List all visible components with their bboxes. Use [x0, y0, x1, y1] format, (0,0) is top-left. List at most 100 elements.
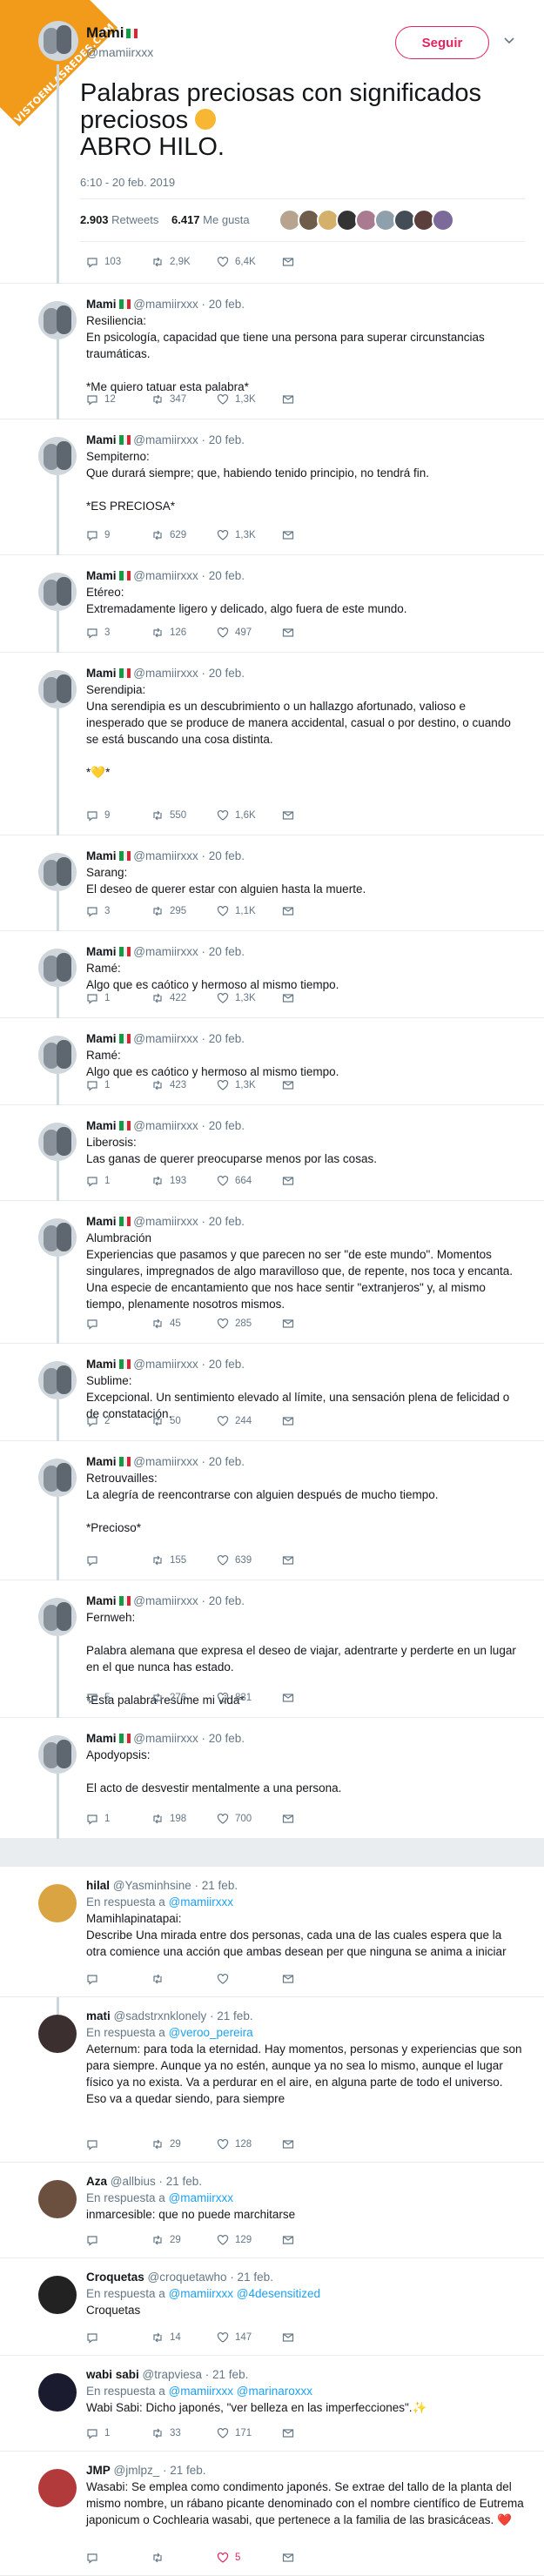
like-button[interactable]: 497 [217, 627, 252, 639]
reply-button[interactable]: 2 [86, 1415, 110, 1427]
tweet-date[interactable]: · 20 feb. [202, 1032, 245, 1045]
avatar[interactable] [38, 2373, 77, 2412]
like-button[interactable] [217, 1973, 235, 1985]
retweet-button[interactable]: 29 [151, 2234, 181, 2246]
retweet-button[interactable]: 295 [151, 905, 186, 917]
tweet-date[interactable]: · 21 feb. [159, 2175, 203, 2188]
retweet-button[interactable]: 2,9K [151, 256, 191, 268]
avatar[interactable] [38, 949, 77, 987]
author-handle[interactable]: @trapviesa [143, 2368, 202, 2381]
share-button[interactable] [282, 1318, 294, 1330]
share-button[interactable] [282, 1079, 294, 1091]
reply-button[interactable]: 1 [86, 1175, 110, 1187]
retweet-button[interactable]: 14 [151, 2331, 181, 2344]
avatar[interactable] [38, 1735, 77, 1774]
author-name[interactable]: Mami [86, 1594, 117, 1607]
reply-mention-link[interactable]: @mamiirxxx @marinaroxxx [169, 2385, 312, 2398]
reply-button[interactable]: 3 [86, 905, 110, 917]
author-handle[interactable]: @sadstrxnklonely [114, 2009, 207, 2023]
tweet-date[interactable]: · 20 feb. [202, 569, 245, 582]
reply-tweet[interactable]: Croquetas @croquetawho · 21 feb. En respu… [0, 2258, 544, 2356]
tweet[interactable]: Mami @mamiirxxx · 20 feb. Alumbración Exp… [0, 1201, 544, 1344]
author-name[interactable]: Mami [86, 849, 117, 862]
author-name[interactable]: JMP [86, 2464, 111, 2477]
author-name[interactable]: Mami [86, 1455, 117, 1468]
tweet[interactable]: Mami @mamiirxxx · 20 feb. Serendipia: Una… [0, 653, 544, 835]
tweet[interactable]: Mami @mamiirxxx · 20 feb. Sublime: Excepc… [0, 1344, 544, 1441]
share-button[interactable] [282, 992, 294, 1004]
author-handle[interactable]: @croquetawho [148, 2271, 227, 2284]
author-handle[interactable]: @mamiirxxx [133, 1732, 198, 1745]
tweet[interactable]: Mami @mamiirxxx · 20 feb. Apodyopsis: El … [0, 1718, 544, 1839]
tweet-date[interactable]: · 20 feb. [202, 298, 245, 311]
share-button[interactable] [282, 1415, 294, 1427]
author-name[interactable]: Mami [86, 1119, 117, 1132]
author-name[interactable]: Aza [86, 2175, 107, 2188]
tweet-date[interactable]: · 20 feb. [202, 667, 245, 680]
like-button[interactable]: 285 [217, 1318, 252, 1330]
tweet-date[interactable]: · 21 feb. [230, 2271, 273, 2284]
reply-tweet[interactable]: hilal @Yasminhsine · 21 feb. En respuesta… [0, 1867, 544, 1997]
tweet-date[interactable]: · 20 feb. [202, 1358, 245, 1371]
tweet[interactable]: Mami @mamiirxxx · 20 feb. Sarang: El dese… [0, 835, 544, 931]
tweet-date[interactable]: · 21 feb. [163, 2464, 206, 2477]
author-name[interactable]: wabi sabi [86, 2368, 139, 2381]
avatar[interactable] [38, 2180, 77, 2218]
tweet-date[interactable]: · 21 feb. [210, 2009, 253, 2023]
tweet-date[interactable]: · 21 feb. [195, 1879, 238, 1892]
reply-button[interactable]: 9 [86, 529, 110, 541]
retweet-button[interactable]: 422 [151, 992, 186, 1004]
reply-button[interactable] [86, 1973, 104, 1985]
avatar[interactable] [38, 853, 77, 891]
like-button[interactable]: 147 [217, 2331, 252, 2344]
avatar[interactable] [38, 1123, 77, 1161]
author-name[interactable]: Mami [86, 1358, 117, 1371]
share-button[interactable] [282, 1973, 294, 1985]
retweet-button[interactable]: 29 [151, 2138, 181, 2150]
reply-button[interactable] [86, 2331, 104, 2344]
retweet-button[interactable]: 629 [151, 529, 186, 541]
tweet-date[interactable]: · 20 feb. [202, 1215, 245, 1228]
avatar[interactable] [38, 437, 77, 475]
reply-mention-link[interactable]: @veroo_pereira [169, 2026, 253, 2039]
retweet-button[interactable]: 50 [151, 1415, 181, 1427]
tweet[interactable]: Mami @mamiirxxx · 20 feb. Resiliencia: En… [0, 284, 544, 419]
reply-button[interactable] [86, 2138, 104, 2150]
like-button[interactable]: 6,4K [217, 256, 256, 268]
avatar[interactable] [38, 1218, 77, 1257]
author-handle[interactable]: @mamiirxxx [133, 945, 198, 958]
like-button[interactable]: 664 [217, 1175, 252, 1187]
author-name[interactable]: mati [86, 2009, 111, 2023]
share-button[interactable] [282, 2552, 294, 2564]
reply-button[interactable]: 1 [86, 1813, 110, 1825]
author-handle[interactable]: @mamiirxxx [133, 667, 198, 680]
reply-mention-link[interactable]: @mamiirxxx [169, 2191, 233, 2204]
share-button[interactable] [282, 809, 294, 822]
like-button[interactable]: 1,6K [217, 809, 256, 822]
author-name[interactable]: Mami [86, 1215, 117, 1228]
share-button[interactable] [282, 905, 294, 917]
author-handle[interactable]: @mamiirxxx [133, 1455, 198, 1468]
author-handle[interactable]: @mamiirxxx [133, 1594, 198, 1607]
retweet-button[interactable]: 33 [151, 2427, 181, 2439]
tweet-date[interactable]: · 20 feb. [202, 1455, 245, 1468]
avatar[interactable] [38, 1884, 77, 1922]
reply-mention-link[interactable]: @mamiirxxx @4desensitized [169, 2287, 320, 2300]
retweet-button[interactable] [151, 1973, 170, 1985]
share-button[interactable] [282, 1175, 294, 1187]
tweet[interactable]: Mami @mamiirxxx · 20 feb. Retrouvailles: … [0, 1441, 544, 1580]
tweet[interactable]: Mami @mamiirxxx · 20 feb. Sempiterno: Que… [0, 419, 544, 555]
chevron-down-icon[interactable] [503, 35, 515, 47]
reply-button[interactable]: 3 [86, 627, 110, 639]
reply-button[interactable]: 1 [86, 1079, 110, 1091]
like-button[interactable]: 1,3K [217, 529, 256, 541]
reply-button[interactable]: 12 [86, 393, 116, 406]
tweet[interactable]: Mami @mamiirxxx · 20 feb. Ramé: Algo que … [0, 1018, 544, 1105]
share-button[interactable] [282, 1554, 294, 1566]
share-button[interactable] [282, 2138, 294, 2150]
like-button[interactable]: 129 [217, 2234, 252, 2246]
follow-button[interactable]: Seguir [395, 26, 489, 59]
like-button[interactable]: 700 [217, 1813, 252, 1825]
reply-tweet[interactable]: mati @sadstrxnklonely · 21 feb. En respue… [0, 1997, 544, 2163]
retweet-button[interactable]: 45 [151, 1318, 181, 1330]
